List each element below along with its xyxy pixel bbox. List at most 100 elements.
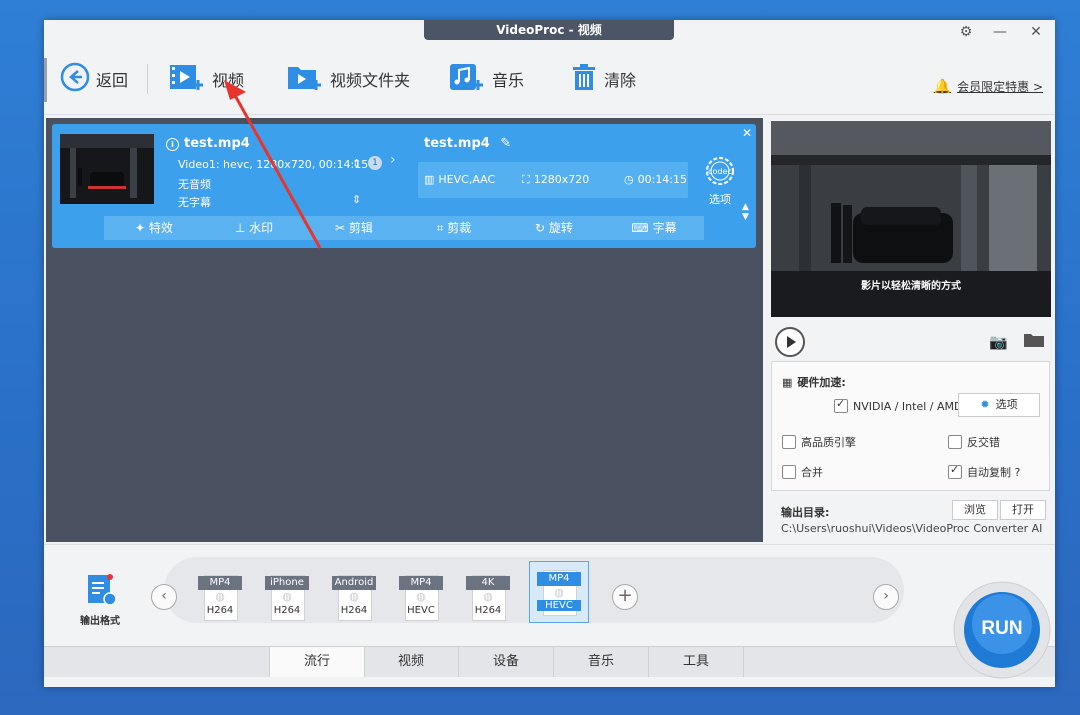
browse-button[interactable]: 浏览 [952, 500, 998, 520]
hq-engine-option[interactable]: 高品质引擎 [782, 434, 856, 450]
output-file-name[interactable]: test.mp4 ✎ [424, 136, 511, 151]
info-icon: i [166, 138, 179, 151]
rotate-button[interactable]: ↻ 旋转 [504, 216, 604, 240]
output-codec: ▥ HEVC,AAC [424, 173, 495, 186]
toolbar-divider [147, 64, 148, 94]
video-preview: 影片以轻松清晰的方式 [771, 121, 1051, 317]
crop-button[interactable]: ⌗ 剪裁 [404, 216, 504, 240]
clear-button[interactable]: 清除 [570, 62, 636, 96]
codec-options-button[interactable]: codec 选项 [700, 154, 740, 207]
deinterlace-checkbox[interactable] [948, 435, 962, 449]
task-list-panel: i test.mp4 Video1: hevc, 1280x720, 00:14:… [46, 80, 763, 542]
deinterlace-label: 反交错 [967, 436, 1000, 449]
add-music-button[interactable]: 音乐 [448, 62, 524, 96]
format-preset-selected[interactable]: MP4 ◍ HEVC [529, 561, 589, 623]
open-button[interactable]: 打开 [1000, 500, 1046, 520]
pencil-icon[interactable]: ✎ [500, 136, 511, 151]
rotate-icon: ↻ [535, 221, 549, 235]
settings-icon[interactable]: ⚙ [952, 22, 980, 42]
disc-icon: ◍ [554, 586, 564, 599]
output-dir-label: 输出目录: [781, 506, 830, 519]
output-duration-text: 00:14:15 [637, 173, 688, 186]
effects-button[interactable]: ✦ 特效 [104, 216, 204, 240]
format-tag: MP4 [198, 576, 242, 590]
auto-copy-checkbox[interactable] [948, 463, 962, 479]
hw-options-button[interactable]: ✹ 选项 [958, 393, 1040, 417]
auto-copy-label: 自动复制 ? [967, 466, 1021, 479]
minimize-button[interactable]: — [986, 22, 1014, 42]
remove-task-icon[interactable]: ✕ [742, 126, 752, 140]
format-preset[interactable]: Android ◍ H264 [330, 569, 378, 627]
film-icon: ▥ [424, 173, 435, 186]
chevron-right-icon: › [883, 588, 889, 604]
format-preset[interactable]: MP4 ◍ HEVC [397, 569, 445, 627]
track-count-badge: 1 [368, 156, 382, 170]
format-tag: MP4 [399, 576, 443, 590]
output-info-box: ▥ HEVC,AAC ⛶ 1280x720 ◷ 00:14:15 [418, 162, 688, 198]
music-label: 音乐 [492, 71, 525, 90]
crop-icon: ⌗ [436, 221, 448, 235]
chip-icon: ▦ [782, 375, 793, 389]
subtitle-dropdown-icon[interactable]: ⇕ [352, 193, 361, 206]
format-tag: MP4 [537, 572, 581, 586]
format-prev-button[interactable]: ‹ [151, 584, 177, 610]
task-item[interactable]: i test.mp4 Video1: hevc, 1280x720, 00:14:… [52, 124, 756, 248]
close-button[interactable]: ✕ [1022, 22, 1050, 42]
output-format-button[interactable]: 输出格式 [70, 573, 130, 627]
preview-subtitle: 影片以轻松清晰的方式 [861, 281, 961, 292]
tab-video[interactable]: 视频 [364, 647, 459, 677]
hw-accel-option[interactable]: NVIDIA / Intel / AMD [834, 397, 963, 413]
gear-icon: ✹ [980, 398, 990, 411]
crop-label: 剪裁 [447, 221, 472, 235]
format-preset[interactable]: iPhone ◍ H264 [263, 569, 311, 627]
toolbar: 返回 视频 视频文件夹 音乐 清除 🔔 会员限定特惠 > [44, 44, 1055, 115]
run-button-wrap: RUN [948, 580, 1056, 682]
promo-link[interactable]: 🔔 会员限定特惠 > [934, 78, 1043, 95]
audio-track-info: 无音频 [178, 178, 211, 191]
hw-option-label: NVIDIA / Intel / AMD [853, 399, 963, 413]
app-window: VideoProc - 视频 ⚙ — ✕ 返回 视频 视频文件夹 音乐 清除 🔔… [44, 20, 1055, 687]
disc-icon: ◍ [215, 590, 225, 603]
promo-label: 会员限定特惠 > [957, 80, 1043, 94]
keyboard-icon: ⌨ [631, 221, 653, 235]
annotation-arrow [224, 80, 322, 249]
play-button[interactable] [775, 327, 805, 357]
format-preset[interactable]: MP4 ◍ H264 [196, 569, 244, 627]
format-codec: H264 [273, 605, 301, 616]
auto-copy-option[interactable]: 自动复制 ? [948, 463, 1021, 480]
merge-checkbox[interactable] [782, 465, 796, 479]
format-preset[interactable]: 4K ◍ H264 [464, 569, 512, 627]
video-track-dropdown-icon[interactable]: ⇕ [352, 157, 361, 170]
convert-arrow-icon: › [390, 152, 396, 168]
window-title: VideoProc - 视频 [424, 20, 674, 40]
disc-icon: ◍ [416, 590, 426, 603]
format-codec: HEVC [537, 600, 581, 611]
tab-tools[interactable]: 工具 [649, 647, 744, 677]
hw-accel-checkbox[interactable] [834, 397, 848, 413]
subtitle-button[interactable]: ⌨ 字幕 [604, 216, 704, 240]
add-format-button[interactable]: + [612, 584, 638, 610]
folder-icon[interactable] [1023, 332, 1045, 351]
back-button[interactable]: 返回 [60, 62, 128, 96]
music-icon [448, 62, 486, 96]
merge-option[interactable]: 合并 [782, 464, 823, 480]
wand-icon: ✦ [135, 221, 149, 235]
output-resolution-text: 1280x720 [533, 173, 590, 186]
tab-music[interactable]: 音乐 [554, 647, 649, 677]
tab-device[interactable]: 设备 [459, 647, 554, 677]
reorder-arrows-icon[interactable]: ▲ ▼ [742, 202, 749, 222]
tab-popular[interactable]: 流行 [269, 647, 365, 677]
output-duration: ◷ 00:14:15 [624, 173, 687, 186]
hq-engine-checkbox[interactable] [782, 435, 796, 449]
run-button[interactable]: RUN [948, 618, 1056, 640]
output-resolution: ⛶ 1280x720 [522, 173, 589, 187]
chevron-left-icon: ‹ [161, 588, 167, 604]
add-video-icon [168, 62, 206, 96]
disc-icon: ◍ [483, 590, 493, 603]
camera-icon[interactable]: 📷 [989, 333, 1008, 351]
deinterlace-option[interactable]: 反交错 [948, 434, 1000, 450]
left-edge-marker [44, 58, 47, 102]
format-next-button[interactable]: › [873, 584, 899, 610]
back-arrow-icon [60, 62, 90, 96]
play-icon [787, 336, 796, 348]
